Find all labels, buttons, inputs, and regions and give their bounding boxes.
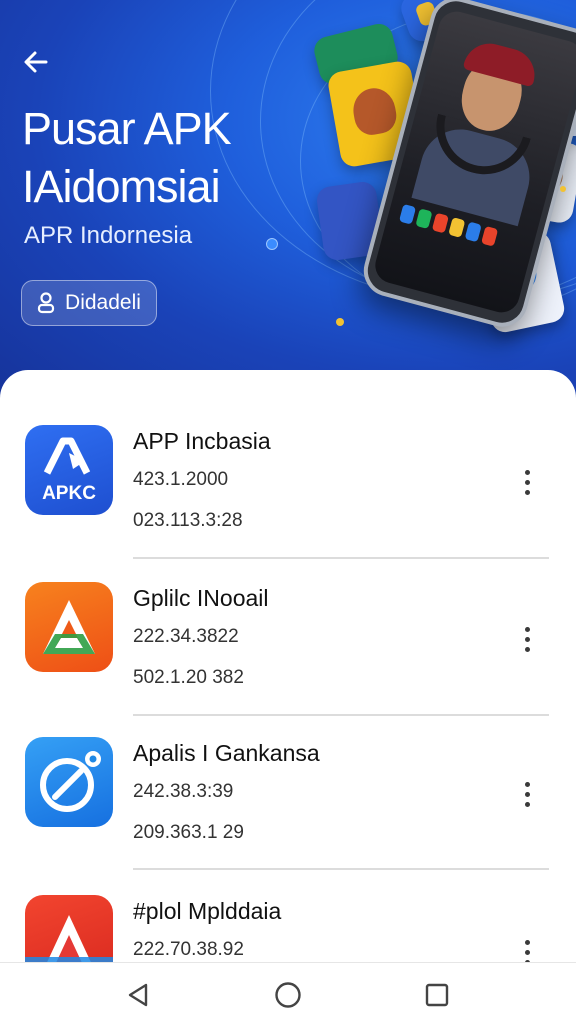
- nav-recents-button[interactable]: [415, 977, 459, 1013]
- hero-banner: Pusar APK IAidomsiai APR Indornesia Dida…: [0, 0, 576, 400]
- download-button-label: Didadeli: [65, 291, 141, 314]
- arrow-left-icon: [24, 51, 48, 73]
- app-list: APKC APP Incbasia 423.1.2000 023.113.3:2…: [0, 370, 576, 962]
- clock-logo-icon: [25, 737, 113, 827]
- apkc-logo-text: APKC: [42, 483, 96, 504]
- list-item[interactable]: Gplilc INooail 222.34.3822 502.1.20 382: [0, 527, 576, 688]
- app-name: APP Incbasia: [133, 428, 271, 454]
- nav-home-button[interactable]: [266, 977, 310, 1013]
- app-version: 222.70.38.92: [133, 939, 244, 960]
- more-options-icon[interactable]: [512, 932, 542, 962]
- triangle-back-icon: [128, 983, 148, 1007]
- title-line-2: IAidomsiai: [22, 161, 221, 212]
- app-name: #plol Mplddaia: [133, 898, 282, 924]
- list-item[interactable]: #plol Mplddaia 222.70.38.92: [0, 840, 576, 962]
- app-version: 222.34.3822: [133, 626, 239, 647]
- app-version: 242.38.3:39: [133, 781, 234, 802]
- download-button[interactable]: Didadeli: [21, 280, 157, 326]
- app-version: 423.1.2000: [133, 469, 229, 490]
- more-options-icon[interactable]: [512, 619, 542, 659]
- page-subtitle: APR Indornesia: [24, 222, 193, 249]
- red-triangle-logo-icon: [25, 895, 113, 962]
- circle-home-icon: [275, 982, 301, 1008]
- system-nav-bar: [0, 962, 576, 1024]
- list-item[interactable]: APKC APP Incbasia 423.1.2000 023.113.3:2…: [0, 370, 576, 531]
- triangle-logo-icon: [25, 582, 113, 672]
- app-name: Apalis I Gankansa: [133, 740, 320, 766]
- page-title: Pusar APK IAidomsiai: [22, 100, 322, 216]
- list-item[interactable]: Apalis I Gankansa 242.38.3:39 209.363.1 …: [0, 682, 576, 843]
- person-icon: [37, 292, 55, 314]
- more-options-icon[interactable]: [512, 774, 542, 814]
- app-name: Gplilc INooail: [133, 585, 269, 611]
- more-options-icon[interactable]: [512, 462, 542, 502]
- screen: Pusar APK IAidomsiai APR Indornesia Dida…: [0, 0, 576, 1024]
- nav-back-button[interactable]: [116, 977, 160, 1013]
- square-recents-icon: [425, 983, 449, 1007]
- title-line-1: Pusar APK: [22, 103, 232, 154]
- apkc-logo-icon: APKC: [25, 425, 113, 515]
- back-button[interactable]: [14, 42, 58, 82]
